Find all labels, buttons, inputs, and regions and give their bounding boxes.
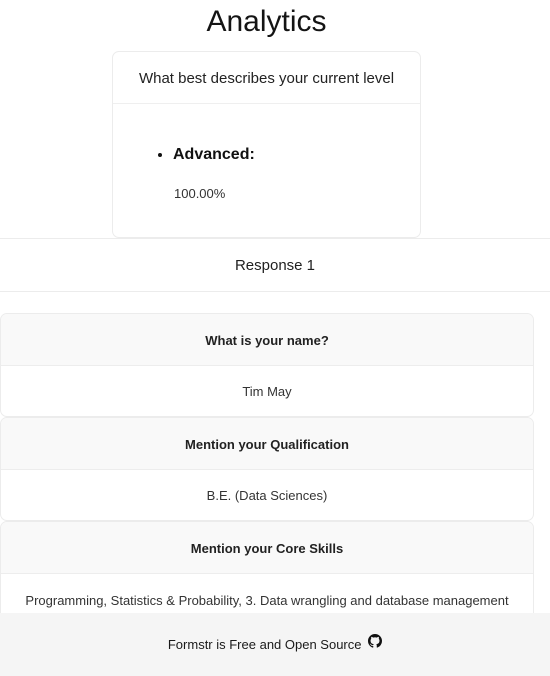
response-answer: Tim May [242,384,292,399]
footer-text: Formstr is Free and Open Source [167,637,362,652]
response-item: Mention your Qualification B.E. (Data Sc… [0,417,534,521]
footer: Formstr is Free and Open Source [0,613,550,676]
response-title: Response 1 [0,238,550,292]
summary-option-percent: 100.00% [174,186,226,201]
github-icon[interactable] [368,612,383,676]
analytics-page: Analytics What best describes your curre… [0,0,550,676]
page-title: Analytics [206,5,327,38]
response-question: What is your name? [1,314,533,366]
summary-option-label: Advanced: [173,146,255,164]
summary-question: What best describes your current level [113,52,420,104]
summary-card: What best describes your current level A… [112,51,421,238]
summary-option-list: Advanced: [173,146,255,164]
response-question: Mention your Core Skills [1,522,533,574]
response-item: What is your name? Tim May [0,313,534,417]
response-question: Mention your Qualification [1,418,533,470]
response-answer: B.E. (Data Sciences) [206,488,328,503]
